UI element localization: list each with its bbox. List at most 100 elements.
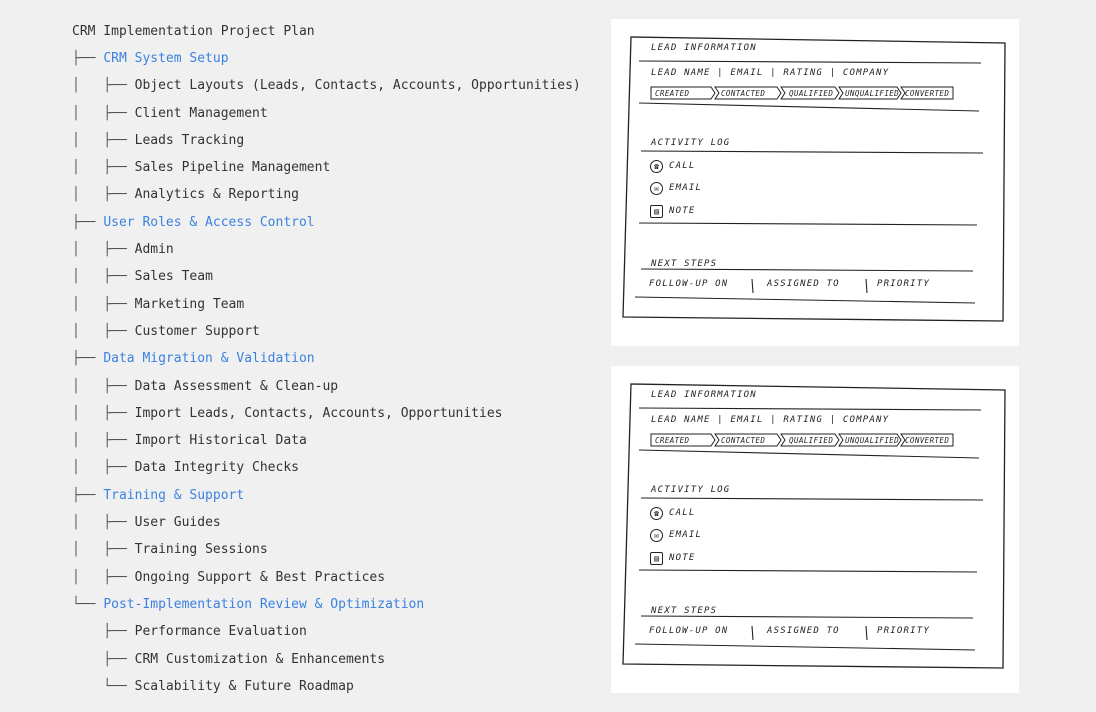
item-label: Data Assessment & Clean-up bbox=[134, 378, 339, 394]
next-assigned-to: ASSIGNED TO bbox=[767, 279, 840, 289]
plan-item: │ ├── Leads Tracking bbox=[72, 127, 592, 154]
phone-icon: ☎ bbox=[650, 507, 663, 520]
tree-connector: │ ├── bbox=[72, 105, 135, 121]
tree-connector: │ ├── bbox=[72, 405, 135, 421]
plan-item: └── Scalability & Future Roadmap bbox=[72, 673, 592, 700]
mail-icon: ✉ bbox=[650, 182, 663, 195]
tree-connector: ├── bbox=[72, 351, 104, 367]
plan-item: │ ├── Training Sessions bbox=[72, 536, 592, 563]
section-link[interactable]: Post-Implementation Review & Optimizatio… bbox=[103, 597, 424, 612]
next-assigned-to: ASSIGNED TO bbox=[767, 626, 840, 636]
next-follow-up: FOLLOW-UP ON bbox=[649, 626, 729, 636]
tree-connector: │ ├── bbox=[72, 242, 135, 258]
plan-item: │ ├── Marketing Team bbox=[72, 291, 592, 318]
lead-fields: LEAD NAME | EMAIL | RATING | COMPANY bbox=[651, 415, 890, 425]
plan-item: │ ├── Admin bbox=[72, 236, 592, 263]
section-link[interactable]: Data Migration & Validation bbox=[103, 351, 314, 366]
plan-item: ├── Performance Evaluation bbox=[72, 618, 592, 645]
activity-email: EMAIL bbox=[669, 530, 703, 540]
item-label: CRM Customization & Enhancements bbox=[134, 651, 386, 667]
tree-connector: │ ├── bbox=[72, 460, 135, 476]
next-steps-header: NEXT STEPS bbox=[651, 259, 718, 269]
item-label: User Guides bbox=[134, 515, 221, 531]
tree-connector: │ ├── bbox=[72, 323, 135, 339]
tree-connector: ├── bbox=[72, 51, 104, 66]
tree-connector: │ ├── bbox=[72, 160, 135, 176]
stage-created: CREATED bbox=[655, 436, 690, 445]
tree-connector: ├── bbox=[72, 487, 104, 503]
plan-item: │ ├── Customer Support bbox=[72, 318, 592, 345]
stage-qualified: QUALIFIED bbox=[789, 89, 834, 98]
plan-item: │ ├── Analytics & Reporting bbox=[72, 181, 592, 208]
tree-connector: │ ├── bbox=[72, 78, 135, 94]
next-priority: PRIORITY bbox=[877, 279, 930, 289]
note-icon: ▤ bbox=[650, 205, 663, 218]
stage-unqualified: UNQUALIFIED bbox=[845, 89, 900, 98]
plan-lines: ├── CRM System Setup │ ├── Object Layouts… bbox=[72, 45, 592, 700]
plan-item: │ ├── Data Integrity Checks bbox=[72, 454, 592, 481]
stage-contacted: CONTACTED bbox=[721, 89, 766, 98]
stage-unqualified: UNQUALIFIED bbox=[845, 436, 900, 445]
tree-connector: │ ├── bbox=[72, 296, 135, 312]
item-label: Import Historical Data bbox=[134, 433, 307, 449]
section-link[interactable]: User Roles & Access Control bbox=[103, 215, 314, 230]
item-label: Sales Team bbox=[134, 269, 213, 285]
stage-contacted: CONTACTED bbox=[721, 436, 766, 445]
item-label: Ongoing Support & Best Practices bbox=[134, 569, 386, 585]
next-follow-up: FOLLOW-UP ON bbox=[649, 279, 729, 289]
plan-item: │ ├── Sales Pipeline Management bbox=[72, 154, 592, 181]
plan-section[interactable]: └── Post-Implementation Review & Optimiz… bbox=[72, 591, 592, 618]
stage-converted: CONVERTED bbox=[905, 436, 950, 445]
stage-qualified: QUALIFIED bbox=[789, 436, 834, 445]
activity-email: EMAIL bbox=[669, 183, 703, 193]
tree-connector: ├── bbox=[72, 624, 135, 640]
section-link[interactable]: CRM System Setup bbox=[103, 51, 228, 66]
plan-section[interactable]: ├── Data Migration & Validation bbox=[72, 345, 592, 372]
item-label: Performance Evaluation bbox=[134, 624, 307, 640]
item-label: Admin bbox=[134, 242, 174, 258]
activity-log-header: ACTIVITY LOG bbox=[651, 485, 731, 495]
tree-connector: │ ├── bbox=[72, 433, 135, 449]
item-label: Sales Pipeline Management bbox=[134, 160, 331, 176]
tree-connector: │ ├── bbox=[72, 187, 135, 203]
note-icon: ▤ bbox=[650, 552, 663, 565]
plan-section[interactable]: ├── CRM System Setup bbox=[72, 45, 592, 72]
wireframe-card-1: LEAD INFORMATION LEAD NAME | EMAIL | RAT… bbox=[611, 19, 1019, 346]
item-label: Data Integrity Checks bbox=[134, 460, 299, 476]
item-label: Scalability & Future Roadmap bbox=[134, 678, 354, 694]
section-link[interactable]: Training & Support bbox=[103, 488, 244, 503]
item-label: Training Sessions bbox=[134, 542, 268, 558]
mail-icon: ✉ bbox=[650, 529, 663, 542]
lead-info-header: LEAD INFORMATION bbox=[651, 43, 757, 53]
plan-item: │ ├── User Guides bbox=[72, 509, 592, 536]
item-label: Analytics & Reporting bbox=[134, 187, 299, 203]
activity-log-header: ACTIVITY LOG bbox=[651, 138, 731, 148]
wireframe-card-2: LEAD INFORMATION LEAD NAME | EMAIL | RAT… bbox=[611, 366, 1019, 693]
lead-fields: LEAD NAME | EMAIL | RATING | COMPANY bbox=[651, 68, 890, 78]
lead-info-header: LEAD INFORMATION bbox=[651, 390, 757, 400]
plan-item: │ ├── Data Assessment & Clean-up bbox=[72, 373, 592, 400]
tree-connector: ├── bbox=[72, 214, 104, 230]
tree-connector: └── bbox=[72, 596, 104, 612]
activity-call: CALL bbox=[669, 161, 696, 171]
plan-item: ├── CRM Customization & Enhancements bbox=[72, 646, 592, 673]
item-label: Leads Tracking bbox=[134, 132, 245, 148]
next-steps-header: NEXT STEPS bbox=[651, 606, 718, 616]
project-plan-tree: CRM Implementation Project Plan ├── CRM … bbox=[72, 18, 592, 700]
tree-connector: │ ├── bbox=[72, 515, 135, 531]
activity-call: CALL bbox=[669, 508, 696, 518]
plan-section[interactable]: ├── Training & Support bbox=[72, 482, 592, 509]
plan-item: │ ├── Import Leads, Contacts, Accounts, … bbox=[72, 400, 592, 427]
item-label: Customer Support bbox=[134, 323, 260, 339]
item-label: Import Leads, Contacts, Accounts, Opport… bbox=[134, 405, 503, 421]
activity-note: NOTE bbox=[669, 553, 696, 563]
item-label: Object Layouts (Leads, Contacts, Account… bbox=[134, 78, 581, 94]
plan-item: │ ├── Sales Team bbox=[72, 263, 592, 290]
stage-converted: CONVERTED bbox=[905, 89, 950, 98]
tree-connector: │ ├── bbox=[72, 378, 135, 394]
plan-section[interactable]: ├── User Roles & Access Control bbox=[72, 209, 592, 236]
item-label: Marketing Team bbox=[134, 296, 245, 312]
plan-title: CRM Implementation Project Plan bbox=[72, 24, 315, 39]
tree-connector: │ ├── bbox=[72, 269, 135, 285]
tree-connector: │ ├── bbox=[72, 569, 135, 585]
